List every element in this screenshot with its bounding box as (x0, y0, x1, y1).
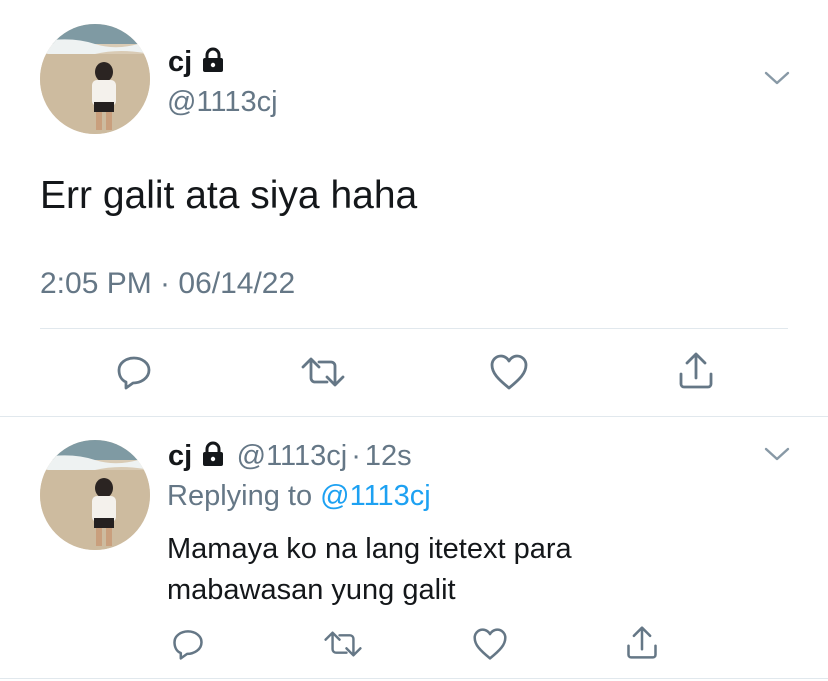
replying-to-label: Replying to (167, 480, 313, 512)
display-name[interactable]: cj (168, 46, 192, 78)
share-icon[interactable] (676, 350, 716, 392)
divider (0, 678, 828, 679)
lock-icon (200, 47, 226, 79)
timestamp[interactable]: 2:05 PM · 06/14/22 (40, 269, 295, 299)
divider (0, 416, 828, 417)
avatar-image (40, 440, 150, 550)
avatar[interactable] (40, 24, 150, 134)
reply-text-line: mabawasan yung galit (167, 574, 456, 606)
replying-to-link[interactable]: @1113cj (320, 480, 431, 512)
reply-handle[interactable]: @1113cj (237, 440, 348, 472)
reply-icon[interactable] (114, 352, 154, 392)
retweet-icon[interactable] (323, 626, 363, 662)
divider (40, 328, 788, 329)
share-icon[interactable] (624, 624, 660, 662)
reply-avatar[interactable] (40, 440, 150, 550)
lock-icon (200, 441, 226, 472)
separator-dot: · (351, 440, 361, 472)
reply-icon[interactable] (170, 626, 206, 662)
like-icon[interactable] (471, 626, 509, 662)
retweet-icon[interactable] (300, 352, 346, 392)
handle[interactable]: @1113cj (167, 88, 278, 117)
chevron-down-icon[interactable] (764, 446, 790, 462)
tweet-text: Err galit ata siya haha (40, 174, 418, 217)
avatar-image (40, 24, 150, 134)
reply-text-line: Mamaya ko na lang itetext para (167, 533, 572, 565)
reply-time[interactable]: 12s (365, 440, 412, 472)
reply-text: Mamaya ko na lang itetext para mabawasan… (167, 529, 572, 611)
reply-display-name[interactable]: cj (168, 440, 192, 472)
chevron-down-icon[interactable] (764, 70, 790, 86)
like-icon[interactable] (488, 352, 530, 392)
